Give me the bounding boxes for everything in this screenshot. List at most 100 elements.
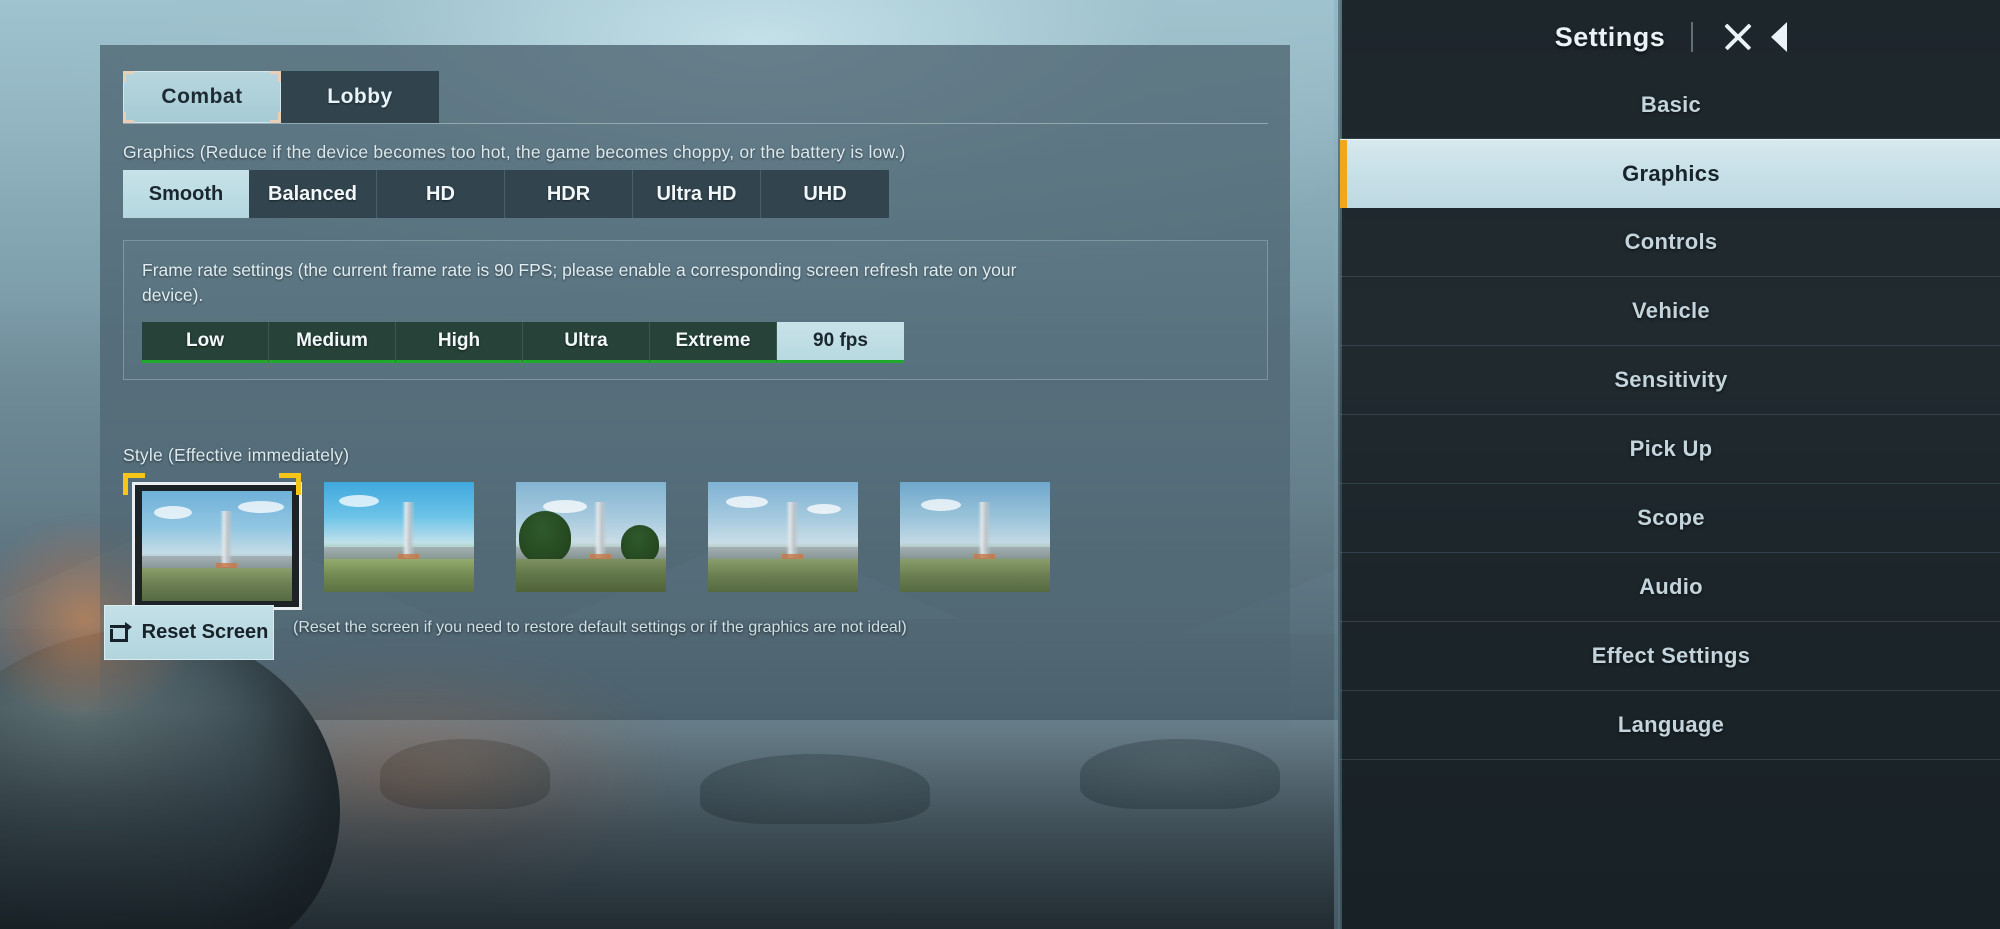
cloud — [726, 496, 768, 509]
style-preview-image-3 — [516, 482, 666, 592]
fps-option-90fps-label: 90 fps — [813, 330, 868, 351]
graphics-section-label: Graphics (Reduce if the device becomes t… — [123, 142, 906, 162]
style-thumbnail-list — [123, 473, 1083, 610]
sidebar-menu: Basic Graphics Controls Vehicle Sensitiv… — [1340, 70, 2000, 760]
grass — [708, 559, 858, 592]
sidebar-item-scope[interactable]: Scope — [1340, 484, 2000, 553]
quality-option-uhd[interactable]: UHD — [761, 170, 889, 218]
quality-option-hd-label: HD — [426, 182, 455, 205]
sidebar-item-audio-label: Audio — [1639, 574, 1703, 599]
sidebar-item-effect-settings[interactable]: Effect Settings — [1340, 622, 2000, 691]
sidebar-item-pick-up-label: Pick Up — [1629, 436, 1713, 461]
quality-option-hd[interactable]: HD — [377, 170, 505, 218]
tab-combat-label: Combat — [161, 85, 243, 108]
fps-option-high-label: High — [437, 330, 481, 351]
reset-screen-button[interactable]: Reset Screen — [104, 605, 274, 660]
grass — [142, 568, 292, 601]
sidebar-item-audio[interactable]: Audio — [1340, 553, 2000, 622]
quality-option-ultra-hd[interactable]: Ultra HD — [633, 170, 761, 218]
quality-option-hdr[interactable]: HDR — [505, 170, 633, 218]
cloud — [339, 495, 379, 508]
radio-tower — [974, 501, 995, 561]
sidebar-item-vehicle[interactable]: Vehicle — [1340, 277, 2000, 346]
mode-tabs: Combat Lobby — [123, 71, 439, 123]
radio-tower — [398, 501, 419, 561]
radio-tower — [590, 501, 611, 561]
sidebar-item-pick-up[interactable]: Pick Up — [1340, 415, 2000, 484]
tree — [903, 517, 949, 563]
fps-option-extreme[interactable]: Extreme — [650, 322, 777, 363]
sidebar-item-language-label: Language — [1617, 712, 1725, 737]
fps-option-medium-label: Medium — [296, 330, 368, 351]
quality-option-balanced-label: Balanced — [268, 182, 357, 205]
cloud — [921, 498, 961, 511]
style-thumbnail-movie[interactable] — [891, 473, 1083, 592]
cloud — [154, 506, 192, 520]
style-thumbnail-soft[interactable] — [699, 473, 891, 592]
corner-bracket-br — [270, 112, 281, 123]
quality-option-smooth[interactable]: Smooth — [123, 170, 249, 218]
sidebar-item-effect-settings-label: Effect Settings — [1591, 643, 1751, 668]
sidebar-item-graphics[interactable]: Graphics — [1340, 139, 2000, 208]
sidebar-item-language[interactable]: Language — [1340, 691, 2000, 760]
sidebar-item-basic-label: Basic — [1640, 91, 1702, 117]
quality-option-balanced[interactable]: Balanced — [249, 170, 377, 218]
radio-tower — [782, 501, 803, 561]
frame-rate-description: Frame rate settings (the current frame r… — [142, 260, 1017, 305]
style-thumbnail-colorful[interactable] — [315, 473, 507, 592]
sidebar-item-controls[interactable]: Controls — [1340, 208, 2000, 277]
fps-option-medium[interactable]: Medium — [269, 322, 396, 363]
tab-combat[interactable]: Combat — [123, 71, 281, 123]
sidebar-item-basic[interactable]: Basic — [1340, 70, 2000, 139]
fps-option-ultra-label: Ultra — [564, 330, 608, 351]
corner-bracket-bl — [123, 112, 134, 123]
grass — [900, 559, 1050, 592]
sidebar-item-scope-label: Scope — [1637, 505, 1705, 530]
settings-sidebar: Settings Basic Graphics Controls Vehicle… — [1334, 0, 2000, 929]
cloud — [807, 504, 841, 514]
sidebar-item-controls-label: Controls — [1624, 229, 1718, 254]
quality-option-smooth-label: Smooth — [148, 182, 224, 205]
frame-rate-options: Low Medium High Ultra Extreme 90 fps — [142, 322, 904, 363]
settings-main-panel: Combat Lobby Graphics (Reduce if the dev… — [100, 45, 1290, 735]
fps-option-high[interactable]: High — [396, 322, 523, 363]
sidebar-item-vehicle-label: Vehicle — [1632, 298, 1710, 323]
radio-tower — [216, 510, 237, 570]
fps-option-extreme-label: Extreme — [675, 330, 751, 351]
tab-lobby-label: Lobby — [327, 85, 393, 108]
style-preview-image-4 — [708, 482, 858, 592]
tab-lobby[interactable]: Lobby — [281, 71, 439, 123]
fps-option-90fps[interactable]: 90 fps — [777, 322, 904, 363]
tree — [329, 519, 373, 563]
sidebar-title: Settings — [1554, 21, 1666, 52]
corner-bracket-tl — [123, 71, 134, 82]
graphics-quality-options: Smooth Balanced HD HDR Ultra HD UHD — [123, 170, 889, 218]
close-icon[interactable] — [1719, 18, 1757, 56]
sidebar-item-graphics-label: Graphics — [1622, 161, 1720, 186]
sidebar-header: Settings — [1340, 8, 2000, 66]
style-preview-image-5 — [900, 482, 1050, 592]
tree — [713, 521, 755, 563]
reset-screen-hint: (Reset the screen if you need to restore… — [293, 619, 907, 636]
frame-rate-panel: Frame rate settings (the current frame r… — [123, 240, 1268, 380]
style-section-label: Style (Effective immediately) — [123, 445, 350, 465]
style-thumbnail-classic[interactable] — [123, 473, 315, 610]
grass — [516, 559, 666, 592]
quality-option-hdr-label: HDR — [546, 182, 591, 205]
fps-option-low[interactable]: Low — [142, 322, 269, 363]
tree — [621, 525, 659, 564]
cloud — [238, 500, 284, 513]
style-preview-image-1 — [142, 491, 292, 601]
sidebar-item-sensitivity[interactable]: Sensitivity — [1340, 346, 2000, 415]
header-separator — [1691, 22, 1694, 52]
quality-option-uhd-label: UHD — [803, 182, 847, 205]
collapse-left-icon[interactable] — [1771, 22, 1788, 52]
fps-option-low-label: Low — [186, 330, 224, 351]
fps-option-ultra[interactable]: Ultra — [523, 322, 650, 363]
style-thumbnail-realistic[interactable] — [507, 473, 699, 592]
corner-bracket-tr — [270, 71, 281, 82]
sidebar-item-sensitivity-label: Sensitivity — [1614, 367, 1728, 392]
tree — [519, 511, 571, 564]
quality-option-ultra-hd-label: Ultra HD — [656, 182, 737, 205]
tree — [148, 532, 188, 572]
